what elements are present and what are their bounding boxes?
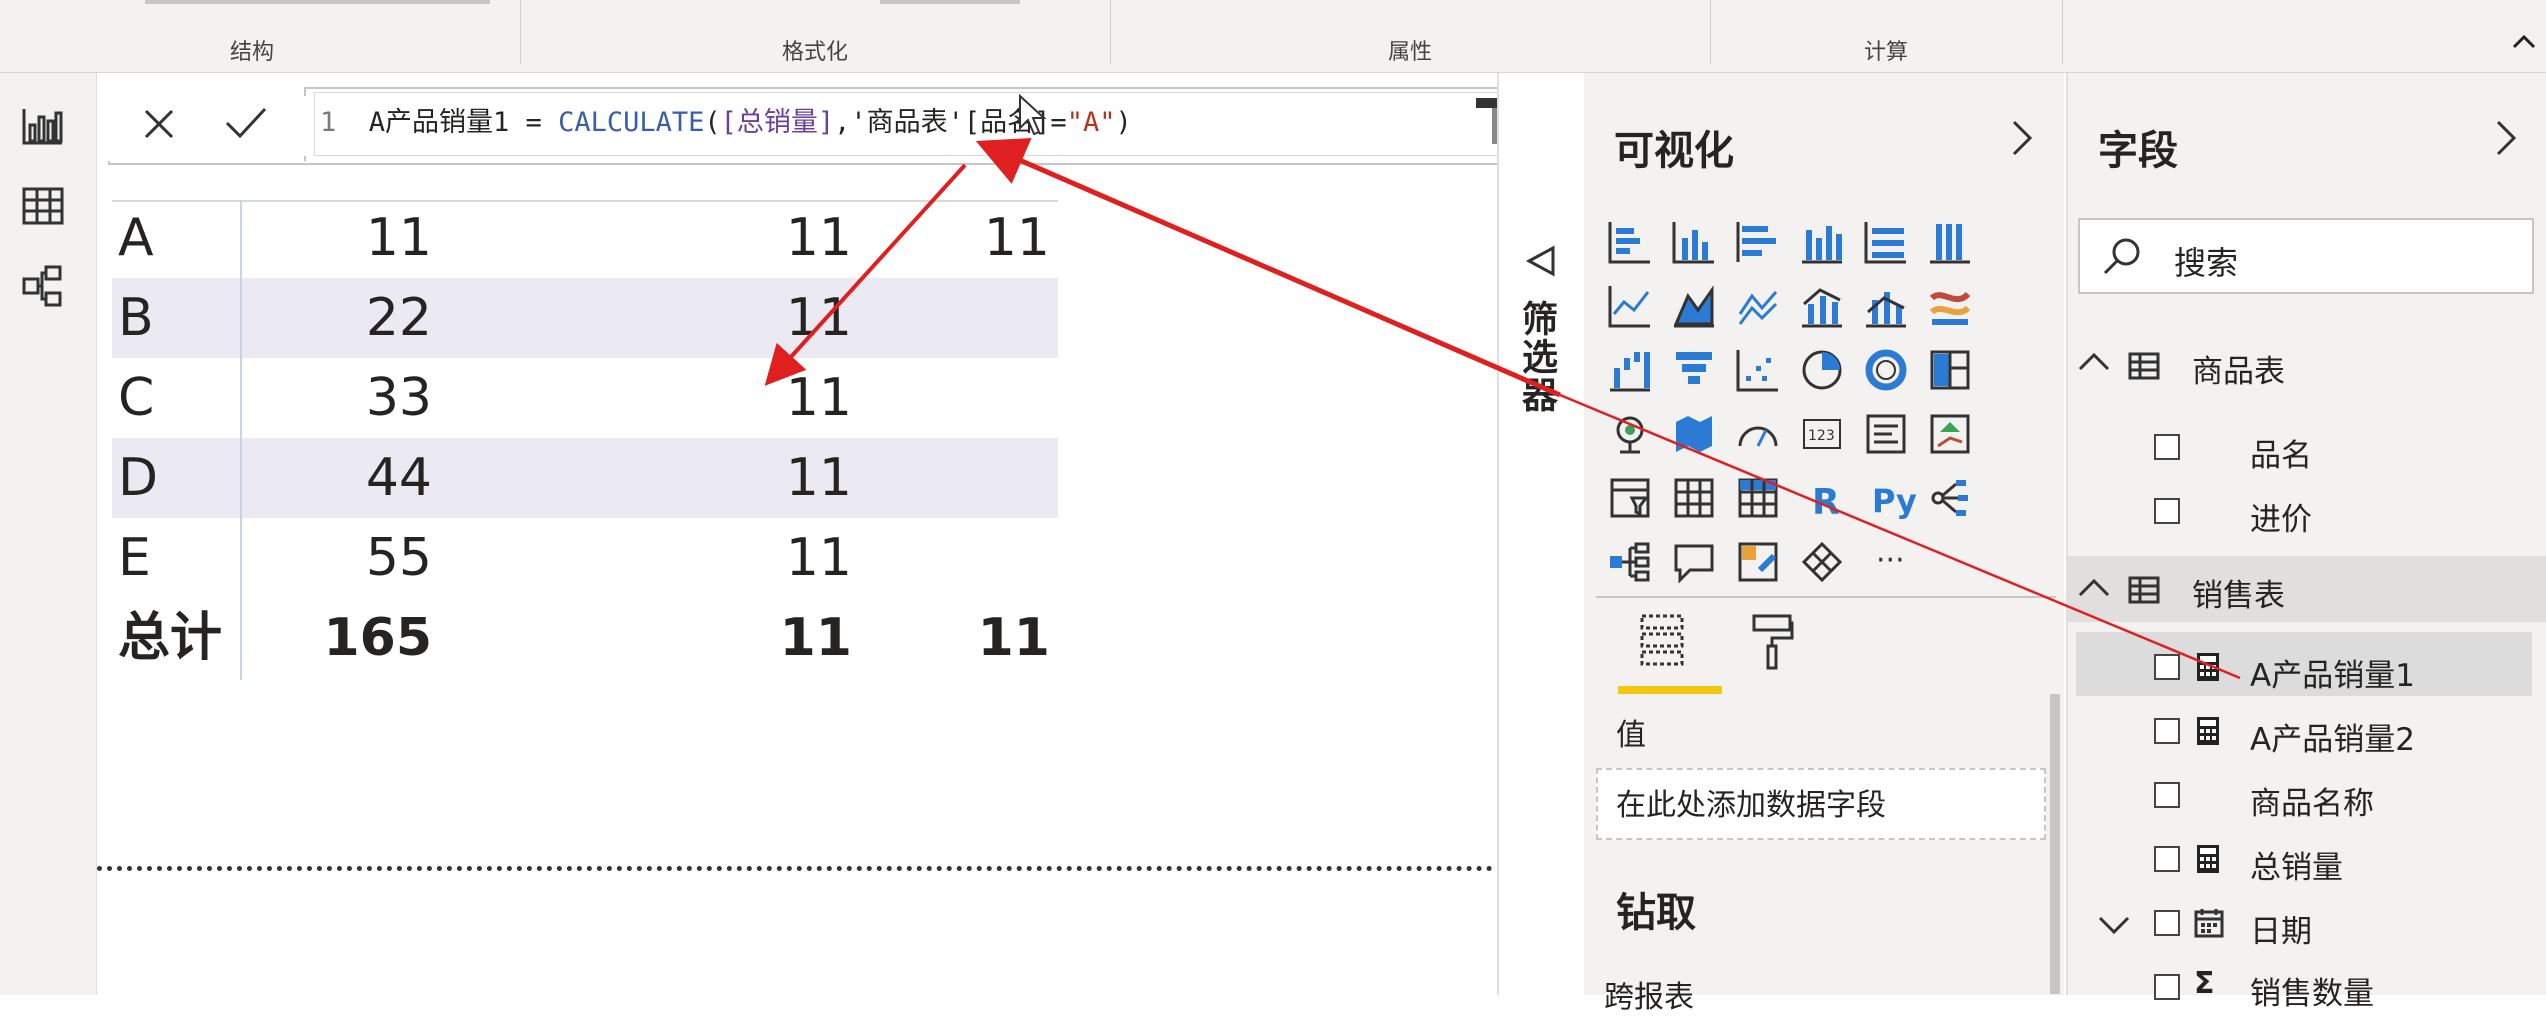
annotation-arrows <box>764 138 2241 680</box>
arrow-to-formula <box>975 138 1561 398</box>
arrow-from-measure <box>1559 393 2241 680</box>
arrow-to-table <box>764 163 967 386</box>
